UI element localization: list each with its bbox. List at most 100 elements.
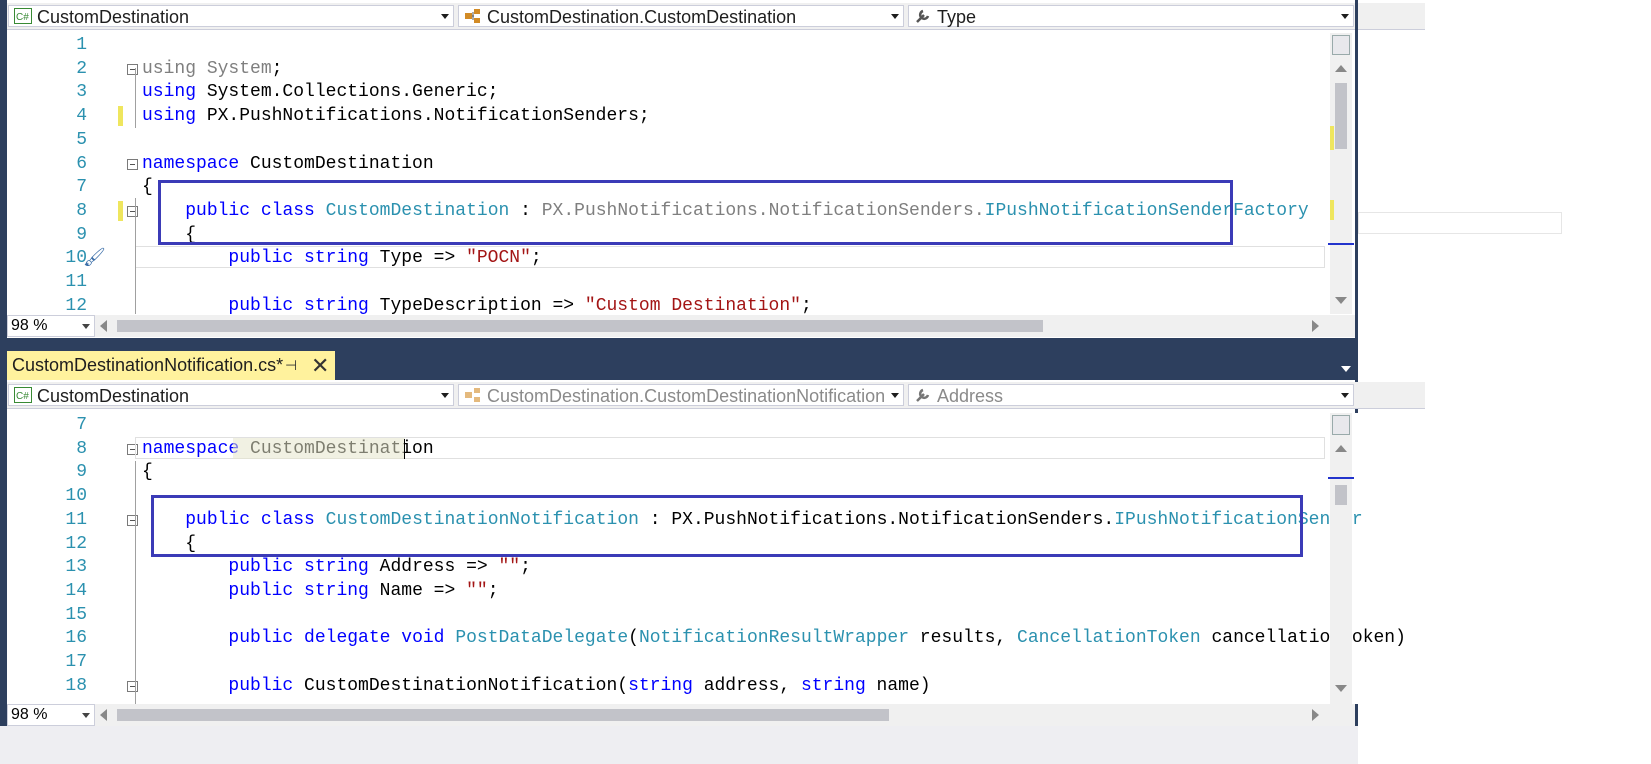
collapse-icon[interactable] [127, 680, 138, 692]
bottom-member-dropdown[interactable]: Address [908, 384, 1354, 406]
chevron-down-icon [82, 324, 90, 329]
code-text: namespace CustomDestination [142, 153, 434, 174]
svg-text:C#: C# [16, 12, 29, 23]
top-code-editor[interactable]: 1 2 using System; 3 using System.Collections… [7, 33, 1403, 314]
code-line[interactable]: 9{ [7, 460, 1403, 484]
scroll-down-icon[interactable] [1335, 685, 1347, 692]
line-number: 13 [65, 557, 87, 578]
chevron-down-icon [891, 393, 899, 398]
code-line[interactable]: 16 public delegate void PostDataDelegate… [7, 626, 1403, 650]
top-vertical-scrollbar[interactable] [1330, 33, 1352, 314]
bottom-zoom-dropdown[interactable]: 98 % [7, 704, 95, 726]
wrench-icon [916, 388, 930, 402]
bottom-class-dropdown[interactable]: CustomDestination.CustomDestinationNotif… [458, 384, 904, 406]
top-zoom-dropdown[interactable]: 98 % [7, 315, 95, 337]
code-line[interactable]: 17 [7, 650, 1403, 674]
caret-position-marker [1328, 477, 1354, 479]
scroll-thumb[interactable] [1335, 83, 1347, 149]
collapse-icon[interactable] [127, 205, 138, 217]
pane-splitter[interactable] [0, 338, 1358, 351]
scroll-up-icon[interactable] [1335, 445, 1347, 452]
top-navigation-bar: C# CustomDestination CustomDestination.C… [7, 3, 1425, 30]
code-line[interactable]: 14 public string Name => ""; [7, 579, 1403, 603]
line-number: 12 [65, 533, 87, 554]
chevron-down-icon [891, 14, 899, 19]
line-number: 2 [76, 58, 87, 79]
line-number: 1 [76, 35, 87, 55]
code-line[interactable]: 15 [7, 603, 1403, 627]
collapse-icon[interactable] [127, 514, 138, 526]
line-number: 15 [65, 604, 87, 625]
window-border-left [0, 0, 7, 764]
caret-position-marker [1328, 243, 1354, 245]
line-number: 16 [65, 628, 87, 649]
line-number: 17 [65, 652, 87, 672]
indent-guide [135, 68, 136, 128]
pin-icon[interactable]: ⊣ [285, 351, 297, 380]
code-line[interactable]: 7 [7, 413, 1403, 437]
horizontal-scroll-thumb[interactable] [117, 320, 1043, 332]
code-line[interactable]: 4 using PX.PushNotifications.Notification… [7, 104, 1403, 128]
class-icon [465, 388, 480, 402]
code-line[interactable]: 6 namespace CustomDestination [7, 152, 1403, 176]
code-text: using System.Collections.Generic; [142, 82, 499, 103]
top-horizontal-bar: 98 % [7, 315, 1355, 337]
bottom-code-editor[interactable]: 78namespace CustomDestination9{1011 publ… [7, 413, 1403, 704]
top-class-dropdown[interactable]: CustomDestination.CustomDestination [458, 5, 904, 27]
csharp-icon: C# [14, 8, 32, 24]
split-icon[interactable] [1332, 415, 1350, 435]
code-text: public delegate void PostDataDelegate(No… [228, 628, 1403, 649]
bottom-project-dropdown[interactable]: C# CustomDestination [8, 384, 454, 406]
tab-title: CustomDestinationNotification.cs* [12, 355, 284, 375]
code-line[interactable]: 12 public string TypeDescription => "Cus… [7, 294, 1403, 314]
line-number: 12 [65, 295, 87, 314]
code-line[interactable]: 2 using System; [7, 57, 1403, 81]
code-text: { [142, 177, 153, 198]
paintbrush-icon[interactable]: 🖌 [83, 247, 106, 268]
close-icon[interactable]: ✕ [311, 351, 329, 380]
chevron-down-icon [1341, 393, 1349, 398]
top-member-dropdown[interactable]: Type [908, 5, 1354, 27]
top-project-dropdown[interactable]: C# CustomDestination [8, 5, 454, 27]
scroll-right-icon[interactable] [1312, 320, 1319, 332]
scroll-left-icon[interactable] [100, 320, 107, 332]
split-icon[interactable] [1332, 35, 1350, 55]
scroll-thumb[interactable] [1335, 485, 1347, 505]
scroll-left-icon[interactable] [100, 709, 107, 721]
line-number: 5 [76, 129, 87, 150]
tab-overflow-icon[interactable] [1341, 366, 1351, 372]
word-highlight [233, 438, 405, 459]
top-zoom-value: 98 % [11, 317, 48, 334]
document-tab[interactable]: CustomDestinationNotification.cs* ⊣ ✕ [7, 351, 335, 380]
chevron-down-icon [441, 14, 449, 19]
changed-line-marker [118, 200, 123, 221]
line-number: 3 [76, 82, 87, 103]
code-text: public string Name => ""; [228, 580, 499, 601]
code-line[interactable]: 3 using System.Collections.Generic; [7, 80, 1403, 104]
background-panel-outline [1358, 212, 1562, 234]
indent-guide [135, 461, 136, 704]
class-icon [465, 9, 480, 23]
code-line[interactable]: 11 [7, 270, 1403, 294]
line-number: 11 [65, 272, 87, 292]
code-line[interactable]: 5 [7, 128, 1403, 152]
top-member-label: Type [937, 7, 977, 27]
bottom-vertical-scrollbar[interactable] [1330, 413, 1352, 704]
bottom-horizontal-bar: 98 % [7, 704, 1355, 726]
scroll-right-icon[interactable] [1312, 709, 1319, 721]
chevron-down-icon [82, 713, 90, 718]
scroll-up-icon[interactable] [1335, 65, 1347, 72]
line-number: 11 [65, 509, 87, 530]
bottom-navigation-bar: C# CustomDestination CustomDestination.C… [7, 382, 1425, 409]
chevron-down-icon [1341, 14, 1349, 19]
collapse-icon[interactable] [127, 63, 138, 75]
collapse-icon[interactable] [127, 158, 138, 170]
chevron-down-icon [441, 393, 449, 398]
code-line[interactable]: 1 [7, 33, 1403, 57]
scroll-down-icon[interactable] [1335, 297, 1347, 304]
code-line[interactable]: 18 public CustomDestinationNotification(… [7, 674, 1403, 698]
horizontal-scroll-thumb[interactable] [117, 709, 889, 721]
change-marker [1330, 200, 1334, 220]
bottom-status-strip [0, 726, 1358, 764]
code-line[interactable]: 13 public string Address => ""; [7, 555, 1403, 579]
